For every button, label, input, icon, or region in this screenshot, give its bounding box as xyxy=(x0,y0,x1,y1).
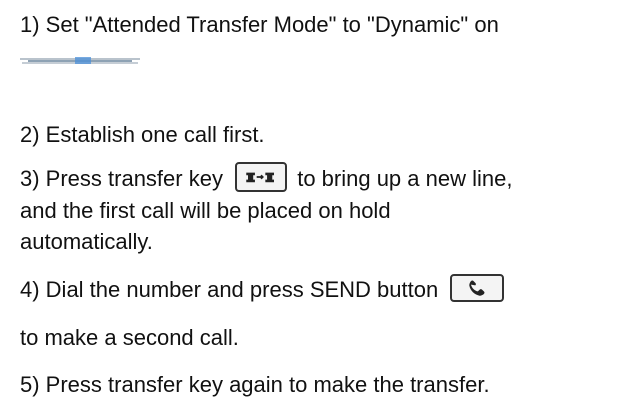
step-2-text: 2) Establish one call first. xyxy=(20,122,265,147)
step-5-text: 5) Press transfer key again to make the … xyxy=(20,372,490,397)
step-4-text-a: 4) Dial the number and press SEND button xyxy=(20,277,439,302)
step-3-text-b: to bring up a new line, xyxy=(297,165,513,191)
step-4-line-2: to make a second call. xyxy=(20,325,239,350)
step-3-line-3: automatically. xyxy=(20,229,153,254)
blurred-link-image xyxy=(20,57,140,64)
send-button-icon xyxy=(450,274,505,303)
step-3-text-a: 3) Press transfer key xyxy=(20,165,223,191)
transfer-key-icon xyxy=(235,162,288,192)
step-1-text: 1) Set "Attended Transfer Mode" to "Dyna… xyxy=(20,12,499,37)
step-3-line-2: and the first call will be placed on hol… xyxy=(20,198,391,223)
step-4-line-1: 4) Dial the number and press SEND button xyxy=(20,274,505,305)
step-3-line-1: 3) Press transfer key to bring up a new … xyxy=(20,162,513,195)
